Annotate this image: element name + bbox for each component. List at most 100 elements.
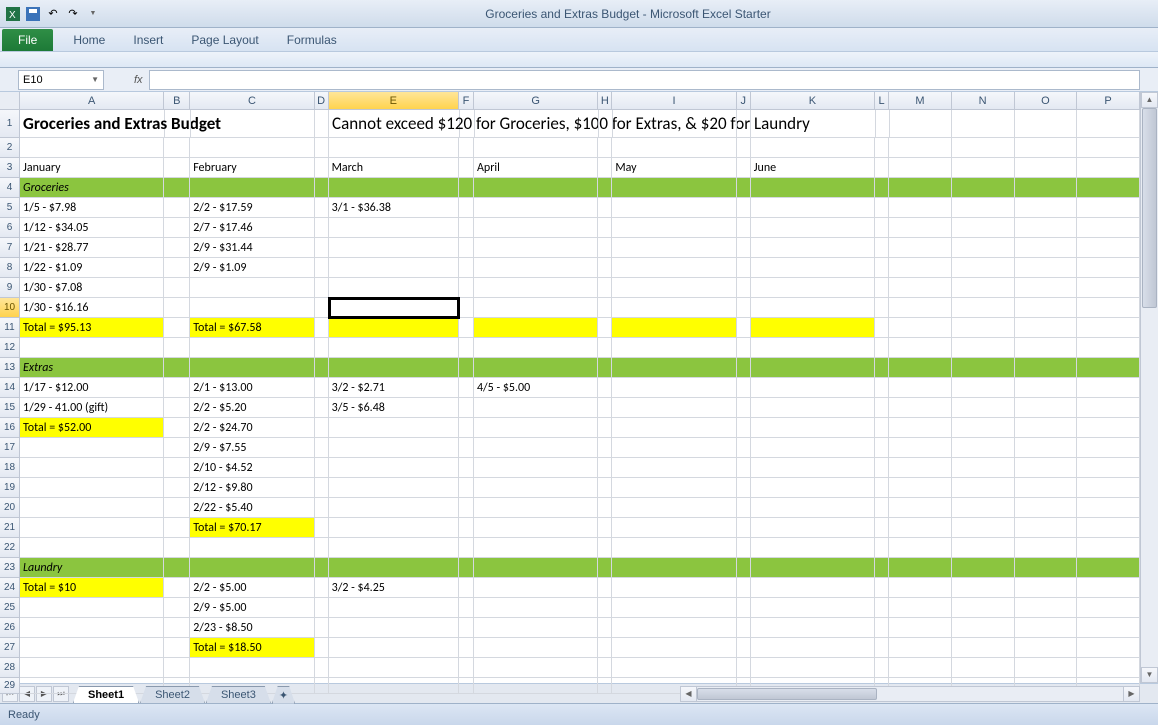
cell-K8[interactable] bbox=[751, 258, 875, 278]
cell-J26[interactable] bbox=[737, 618, 751, 638]
redo-icon[interactable]: ↷ bbox=[64, 5, 82, 23]
cell-F3[interactable] bbox=[459, 158, 474, 178]
cell-P10[interactable] bbox=[1077, 298, 1140, 318]
scroll-right-icon[interactable]: ▶ bbox=[1123, 687, 1139, 701]
cell-D13[interactable] bbox=[315, 358, 329, 378]
cell-M25[interactable] bbox=[889, 598, 952, 618]
cell-F29[interactable] bbox=[459, 678, 474, 694]
cell-K24[interactable] bbox=[751, 578, 875, 598]
cell-G6[interactable] bbox=[474, 218, 598, 238]
cell-C21[interactable]: Total = $70.17 bbox=[190, 518, 314, 538]
cell-E27[interactable] bbox=[329, 638, 459, 658]
cell-A20[interactable] bbox=[20, 498, 164, 518]
cell-N2[interactable] bbox=[952, 138, 1015, 158]
cell-N28[interactable] bbox=[952, 658, 1015, 678]
cell-O24[interactable] bbox=[1015, 578, 1078, 598]
col-header-D[interactable]: D bbox=[315, 92, 329, 110]
cell-G18[interactable] bbox=[474, 458, 598, 478]
cell-G20[interactable] bbox=[474, 498, 598, 518]
cell-I22[interactable] bbox=[612, 538, 736, 558]
cell-P3[interactable] bbox=[1077, 158, 1140, 178]
cell-O1[interactable] bbox=[1015, 110, 1078, 138]
cell-I8[interactable] bbox=[612, 258, 736, 278]
cell-J13[interactable] bbox=[737, 358, 751, 378]
cell-G4[interactable] bbox=[474, 178, 598, 198]
cell-C15[interactable]: 2/2 - $5.20 bbox=[190, 398, 314, 418]
cell-D17[interactable] bbox=[315, 438, 329, 458]
cell-D20[interactable] bbox=[315, 498, 329, 518]
cell-F5[interactable] bbox=[459, 198, 474, 218]
cell-F8[interactable] bbox=[459, 258, 474, 278]
cell-F7[interactable] bbox=[459, 238, 474, 258]
cell-J27[interactable] bbox=[737, 638, 751, 658]
row-header-1[interactable]: 1 bbox=[0, 110, 20, 138]
scroll-up-icon[interactable]: ▲ bbox=[1141, 92, 1158, 108]
cell-K1[interactable] bbox=[751, 110, 875, 138]
cell-J7[interactable] bbox=[737, 238, 751, 258]
row-header-18[interactable]: 18 bbox=[0, 458, 20, 478]
cell-O13[interactable] bbox=[1015, 358, 1078, 378]
cell-P22[interactable] bbox=[1077, 538, 1140, 558]
cell-C19[interactable]: 2/12 - $9.80 bbox=[190, 478, 314, 498]
cell-P6[interactable] bbox=[1077, 218, 1140, 238]
cell-L27[interactable] bbox=[875, 638, 889, 658]
cell-H15[interactable] bbox=[598, 398, 612, 418]
cell-N26[interactable] bbox=[952, 618, 1015, 638]
cell-F13[interactable] bbox=[459, 358, 474, 378]
cell-J12[interactable] bbox=[737, 338, 751, 358]
cell-K18[interactable] bbox=[751, 458, 875, 478]
cell-J24[interactable] bbox=[737, 578, 751, 598]
cell-K6[interactable] bbox=[751, 218, 875, 238]
formula-bar[interactable] bbox=[149, 70, 1140, 90]
cell-I5[interactable] bbox=[612, 198, 736, 218]
cell-O27[interactable] bbox=[1015, 638, 1078, 658]
cell-M28[interactable] bbox=[889, 658, 952, 678]
cell-O4[interactable] bbox=[1015, 178, 1078, 198]
cell-A13[interactable]: Extras bbox=[20, 358, 164, 378]
cell-B13[interactable] bbox=[164, 358, 190, 378]
row-header-16[interactable]: 16 bbox=[0, 418, 20, 438]
cell-G2[interactable] bbox=[474, 138, 598, 158]
row-header-3[interactable]: 3 bbox=[0, 158, 20, 178]
cell-M24[interactable] bbox=[889, 578, 952, 598]
cell-E16[interactable] bbox=[329, 418, 459, 438]
col-header-L[interactable]: L bbox=[875, 92, 889, 110]
cell-M2[interactable] bbox=[889, 138, 952, 158]
cell-L12[interactable] bbox=[875, 338, 889, 358]
cell-G1[interactable] bbox=[475, 110, 599, 138]
name-box[interactable]: E10▼ bbox=[18, 70, 104, 90]
cell-L2[interactable] bbox=[875, 138, 889, 158]
cell-I14[interactable] bbox=[612, 378, 736, 398]
cell-L11[interactable] bbox=[875, 318, 889, 338]
cell-J2[interactable] bbox=[737, 138, 751, 158]
col-header-F[interactable]: F bbox=[459, 92, 474, 110]
cell-K23[interactable] bbox=[751, 558, 875, 578]
cell-H20[interactable] bbox=[598, 498, 612, 518]
cell-A27[interactable] bbox=[20, 638, 164, 658]
row-header-20[interactable]: 20 bbox=[0, 498, 20, 518]
cell-I28[interactable] bbox=[612, 658, 736, 678]
cell-D28[interactable] bbox=[315, 658, 329, 678]
cell-D1[interactable] bbox=[315, 110, 329, 138]
cell-E14[interactable]: 3/2 - $2.71 bbox=[329, 378, 459, 398]
cell-A5[interactable]: 1/5 - $7.98 bbox=[20, 198, 164, 218]
cell-K20[interactable] bbox=[751, 498, 875, 518]
cell-I6[interactable] bbox=[612, 218, 736, 238]
vertical-scroll-thumb[interactable] bbox=[1142, 108, 1157, 308]
cell-A18[interactable] bbox=[20, 458, 164, 478]
cell-E3[interactable]: March bbox=[329, 158, 459, 178]
cell-E11[interactable] bbox=[329, 318, 459, 338]
cell-M26[interactable] bbox=[889, 618, 952, 638]
cell-J5[interactable] bbox=[737, 198, 751, 218]
cell-A7[interactable]: 1/21 - $28.77 bbox=[20, 238, 164, 258]
row-header-11[interactable]: 11 bbox=[0, 318, 20, 338]
cell-P8[interactable] bbox=[1077, 258, 1140, 278]
cell-A17[interactable] bbox=[20, 438, 164, 458]
cell-G5[interactable] bbox=[474, 198, 598, 218]
cell-P28[interactable] bbox=[1077, 658, 1140, 678]
cell-A16[interactable]: Total = $52.00 bbox=[20, 418, 164, 438]
cell-F16[interactable] bbox=[459, 418, 474, 438]
horizontal-scroll-thumb[interactable] bbox=[697, 688, 877, 700]
cell-N4[interactable] bbox=[952, 178, 1015, 198]
cell-A23[interactable]: Laundry bbox=[20, 558, 164, 578]
